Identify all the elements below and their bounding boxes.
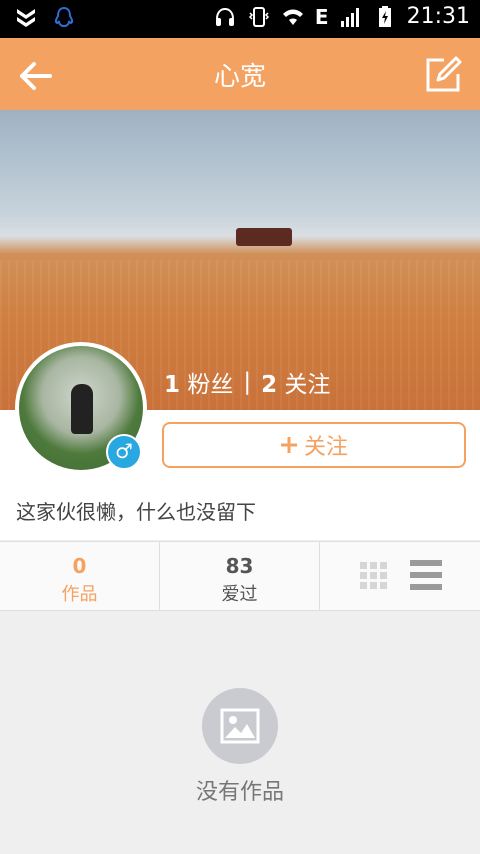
gender-male-badge: ♂ xyxy=(106,434,142,470)
works-label: 作品 xyxy=(61,584,98,605)
wifi-icon xyxy=(282,9,303,25)
following-label: 关注 xyxy=(284,372,331,398)
status-left-icons xyxy=(14,6,76,30)
headphones-icon xyxy=(215,7,234,26)
grid-view-icon[interactable] xyxy=(360,562,388,590)
bio-text: 这家伙很懒，什么也没留下 xyxy=(16,500,256,524)
loved-count: 83 xyxy=(225,554,254,578)
image-placeholder-icon xyxy=(220,708,260,744)
page-title: 心宽 xyxy=(213,62,266,92)
profile-stats: 1 粉丝 | 2 关注 xyxy=(164,365,330,399)
avatar-person-figure xyxy=(71,384,93,434)
empty-state-label: 没有作品 xyxy=(195,780,284,805)
network-type-label: E xyxy=(314,4,329,29)
fans-label: 粉丝 xyxy=(187,372,234,398)
status-time: 21:31 xyxy=(406,4,470,29)
view-mode-switch xyxy=(320,542,480,610)
signal-bars-icon xyxy=(340,7,359,27)
edit-icon[interactable] xyxy=(424,56,462,94)
tractor-shape xyxy=(236,228,292,246)
shield-icon xyxy=(17,9,35,27)
tab-loved[interactable]: 83 爱过 xyxy=(160,542,320,610)
tab-works[interactable]: 0 作品 xyxy=(0,542,160,610)
fans-count: 1 xyxy=(164,372,181,398)
list-view-icon[interactable] xyxy=(410,560,442,590)
vibrate-icon xyxy=(248,6,269,27)
status-bar: E 21:31 xyxy=(0,0,480,38)
battery-charging-icon xyxy=(378,5,391,27)
plus-icon xyxy=(280,437,297,453)
loved-label: 爱过 xyxy=(221,584,258,605)
works-count: 0 xyxy=(72,554,87,578)
empty-state: 没有作品 xyxy=(0,688,480,806)
follow-button[interactable]: 关注 xyxy=(162,422,466,468)
app-bar: 心宽 xyxy=(0,38,480,110)
following-count: 2 xyxy=(261,372,278,398)
following-stat[interactable]: 2 关注 xyxy=(261,365,330,399)
qq-penguin-icon xyxy=(54,6,74,28)
status-right-icons: E 21:31 xyxy=(213,4,470,29)
follow-button-label: 关注 xyxy=(303,435,348,460)
empty-state-circle xyxy=(202,688,278,764)
stats-separator: | xyxy=(243,369,252,395)
profile-tabs: 0 作品 83 爱过 xyxy=(0,541,480,611)
fans-stat[interactable]: 1 粉丝 xyxy=(164,365,233,399)
